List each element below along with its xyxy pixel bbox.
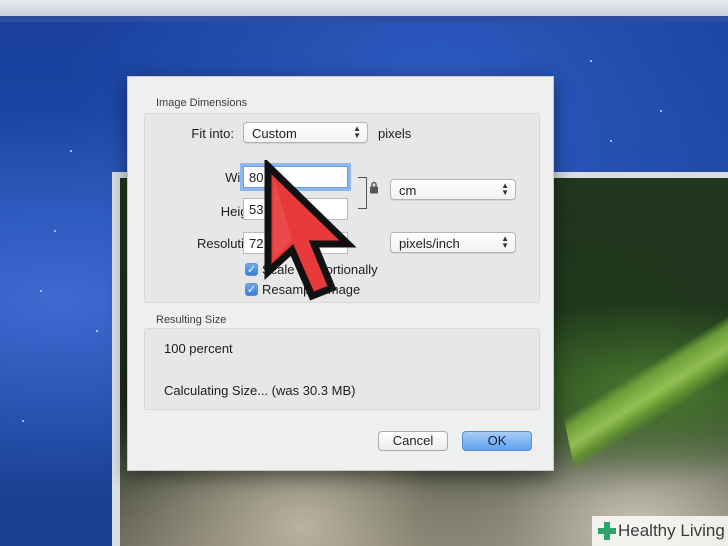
size-text: Calculating Size... (was 30.3 MB) [164,383,356,398]
background-window-toolbar [0,16,728,22]
resolution-unit-value: pixels/inch [399,236,460,251]
fit-into-value: Custom [252,126,297,141]
chevron-updown-icon: ▲ ▼ [501,181,509,197]
mouse-pointer-icon [264,160,357,301]
resolution-unit-select[interactable]: pixels/inch ▲ ▼ [390,232,516,253]
chevron-updown-icon: ▲ ▼ [501,234,509,250]
ok-button[interactable]: OK [462,431,532,451]
image-dimensions-title: Image Dimensions [156,97,248,109]
watermark-text: Healthy Living [618,521,725,540]
fit-into-select[interactable]: Custom ▲ ▼ [243,122,368,143]
percent-text: 100 percent [164,341,233,356]
scale-proportionally-checkbox[interactable]: ✓ [245,263,258,276]
resample-image-checkbox[interactable]: ✓ [245,283,258,296]
resulting-size-title: Resulting Size [156,314,227,326]
fit-into-unit: pixels [378,126,412,141]
dimension-unit-select[interactable]: cm ▲ ▼ [390,179,516,200]
chevron-updown-icon: ▲ ▼ [353,124,361,140]
healthy-living-plus-icon [598,522,616,540]
watermark: Healthy Living [592,516,728,546]
dimension-unit-value: cm [399,183,417,198]
fit-into-label: Fit into: [191,126,234,141]
cancel-button[interactable]: Cancel [378,431,448,451]
background-window-titlebar [0,0,728,17]
